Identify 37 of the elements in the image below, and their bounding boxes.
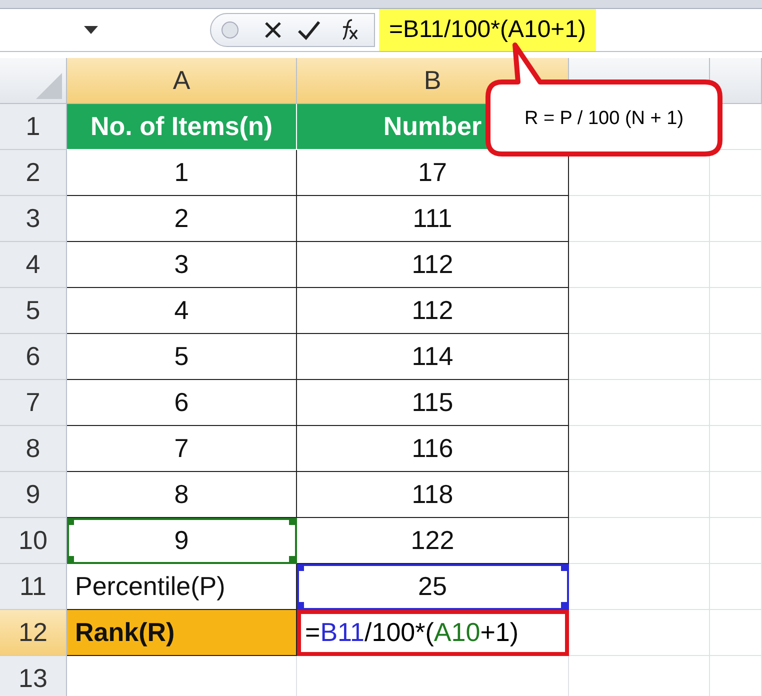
formula-field[interactable]: =B11/100*(A10+1) xyxy=(379,9,596,51)
table-cell: 112 xyxy=(297,288,569,334)
table-cell: 8 xyxy=(67,472,297,518)
table-cell: 7 xyxy=(67,426,297,472)
table-cell: 5 xyxy=(67,334,297,380)
row-header[interactable]: 4 xyxy=(0,242,67,288)
row-header[interactable]: 3 xyxy=(0,196,67,242)
row-header[interactable]: 10 xyxy=(0,518,67,564)
table-cell: 1 xyxy=(67,150,297,196)
row-header[interactable]: 9 xyxy=(0,472,67,518)
table-cell: Rank(R) xyxy=(67,610,297,656)
row-header[interactable]: 7 xyxy=(0,380,67,426)
table-cell: 114 xyxy=(297,334,569,380)
row-header[interactable]: 5 xyxy=(0,288,67,334)
table-cell: Percentile(P) xyxy=(67,564,297,610)
table-cell: 112 xyxy=(297,242,569,288)
column-header[interactable]: A xyxy=(67,58,297,104)
row-header[interactable]: 6 xyxy=(0,334,67,380)
table-cell: 115 xyxy=(297,380,569,426)
formula-cell: =B11/100*(A10+1) xyxy=(297,610,569,656)
table-cell: 6 xyxy=(67,380,297,426)
row-header[interactable]: 13 xyxy=(0,656,67,696)
table-cell: 3 xyxy=(67,242,297,288)
row-header[interactable]: 8 xyxy=(0,426,67,472)
table-cell: 118 xyxy=(297,472,569,518)
table-cell: 116 xyxy=(297,426,569,472)
table-cell: 122 xyxy=(297,518,569,564)
row-header[interactable]: 1 xyxy=(0,104,67,150)
table-cell: 111 xyxy=(297,196,569,242)
table-cell: 25 xyxy=(297,564,569,610)
row-header[interactable]: 11 xyxy=(0,564,67,610)
table-cell: 9 xyxy=(67,518,297,564)
table-cell: 2 xyxy=(67,196,297,242)
row-header[interactable]: 12 xyxy=(0,610,67,656)
row-header[interactable]: 2 xyxy=(0,150,67,196)
column-header-cell: No. of Items(n) xyxy=(67,104,297,150)
table-cell: 4 xyxy=(67,288,297,334)
